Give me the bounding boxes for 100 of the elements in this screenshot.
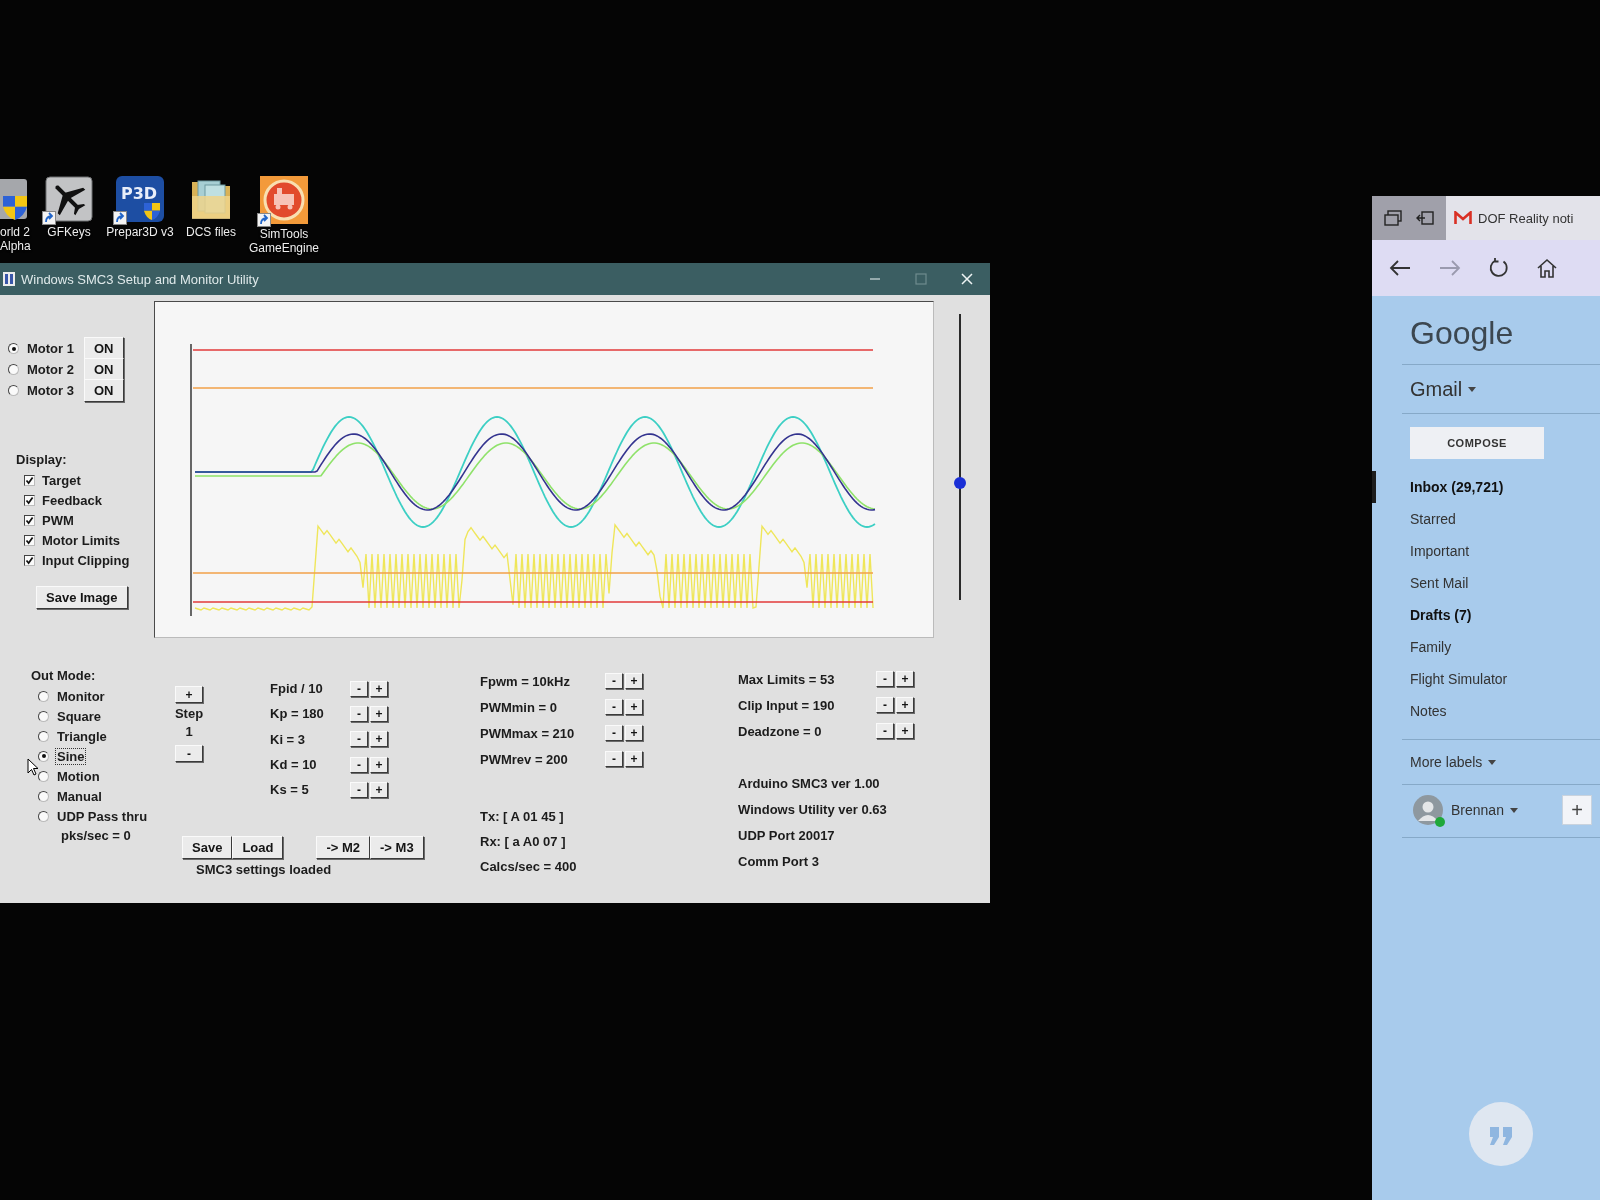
decrement-button[interactable]: - [605,699,623,715]
radio-icon[interactable] [38,690,49,702]
display-checkbox[interactable]: Target [24,470,81,490]
app-logo[interactable]: P3D [116,176,164,222]
icon-label[interactable]: Prepar3D v3 [106,225,174,239]
radio-icon[interactable] [38,810,49,822]
increment-button[interactable]: + [625,725,643,741]
mode-radio[interactable]: Square [38,706,103,726]
radio-icon[interactable] [38,750,49,762]
radio-icon[interactable] [38,730,49,742]
tab-title[interactable]: DOF Reality noti [1478,210,1574,226]
mode-radio[interactable]: Triangle [38,726,108,746]
copy-to-motor-button[interactable]: -> M3 [370,836,424,860]
increment-button[interactable]: + [625,673,643,689]
icon-label[interactable]: SimTools GameEngine [242,227,326,255]
radio-icon[interactable] [8,343,19,354]
increment-button[interactable]: + [370,781,388,798]
decrement-button[interactable]: - [605,725,623,741]
tabs-icon[interactable] [1384,210,1402,226]
mode-radio[interactable]: Manual [38,786,103,806]
label-link[interactable]: Important [1372,535,1572,567]
save-button[interactable]: Save [182,836,233,860]
display-checkbox[interactable]: Feedback [24,490,102,510]
home-icon[interactable] [1536,257,1558,279]
slider-thumb[interactable] [954,476,966,489]
label-link[interactable]: Notes [1372,695,1572,727]
motor-on-button[interactable]: ON [84,358,124,381]
radio-icon[interactable] [38,790,49,802]
increment-button[interactable]: + [896,723,914,739]
decrement-button[interactable]: - [876,697,894,713]
increment-button[interactable]: + [370,756,388,773]
param-label: Clip Input = 190 [738,697,835,713]
account-menu[interactable]: Brennan [1451,802,1518,818]
decrement-button[interactable]: - [605,673,623,689]
label-link[interactable]: Starred [1372,503,1572,535]
increment-button[interactable]: + [370,705,388,722]
close-icon[interactable] [961,273,973,285]
increment-button[interactable]: + [896,671,914,687]
app-menu[interactable]: Gmail [1410,377,1477,401]
decrement-button[interactable]: - [350,680,368,697]
decrement-button[interactable]: - [876,671,894,687]
back-arrow-icon[interactable] [1388,258,1412,278]
increment-button[interactable]: + [370,680,388,697]
radio-icon[interactable] [8,364,19,375]
mode-radio[interactable]: Sine [38,746,86,766]
more-labels-link[interactable]: More labels [1410,752,1497,772]
motor-on-button[interactable]: ON [84,337,124,360]
caret-icon[interactable] [1468,386,1477,392]
checkbox-icon[interactable] [24,514,35,526]
caret-icon[interactable] [1488,759,1497,765]
display-checkbox[interactable]: PWM [24,510,74,530]
save-image-button[interactable]: Save Image [36,586,128,609]
shield-icon[interactable] [0,176,30,222]
param-label: PWMmax = 210 [480,725,575,741]
label-link[interactable]: Family [1372,631,1572,663]
increment-button[interactable]: + [370,731,388,748]
increment-button[interactable]: + [896,697,914,713]
decrement-button[interactable]: - [876,723,894,739]
decrement-button[interactable]: - [350,781,368,798]
motor-radio[interactable]: Motor 1 [8,338,75,359]
increment-button[interactable]: + [625,699,643,715]
mode-radio[interactable]: Motion [38,766,101,786]
compose-button[interactable]: COMPOSE [1410,427,1544,459]
refresh-icon[interactable] [1488,257,1510,279]
checkbox-icon[interactable] [24,534,35,546]
display-checkbox[interactable]: Input Clipping [24,550,130,570]
radio-icon[interactable] [8,385,19,396]
motor-on-button[interactable]: ON [84,379,124,402]
checkbox-icon[interactable] [24,554,35,566]
checkbox-icon[interactable] [24,494,35,506]
load-button[interactable]: Load [232,836,284,860]
step-increase-button[interactable]: + [175,686,203,703]
mode-radio[interactable]: UDP Pass thru [38,806,149,826]
radio-icon[interactable] [38,770,49,782]
decrement-button[interactable]: - [350,705,368,722]
motor-radio[interactable]: Motor 3 [8,380,75,401]
motor-radio[interactable]: Motor 2 [8,359,75,380]
checkbox-icon[interactable] [24,474,35,486]
mode-radio[interactable]: Monitor [38,686,106,706]
display-checkbox[interactable]: Motor Limits [24,530,120,550]
icon-label[interactable]: DCS files [186,225,236,239]
increment-button[interactable]: + [625,751,643,767]
label-link[interactable]: Drafts (7) [1372,599,1572,631]
icon-label[interactable]: GFKeys [47,225,91,239]
label-link[interactable]: Inbox (29,721) [1372,471,1572,503]
param-label: Deadzone = 0 [738,723,822,739]
label-link[interactable]: Flight Simulator [1372,663,1572,695]
set-aside-icon[interactable] [1416,210,1434,226]
round-emblem-icon[interactable] [260,176,308,224]
decrement-button[interactable]: - [605,751,623,767]
step-decrease-button[interactable]: - [175,745,203,763]
add-button[interactable]: + [1562,795,1592,825]
caret-icon[interactable] [1509,807,1518,813]
plane-tile-icon[interactable] [45,176,93,222]
radio-icon[interactable] [38,710,49,722]
decrement-button[interactable]: - [350,756,368,773]
decrement-button[interactable]: - [350,731,368,748]
icon-label[interactable]: orld 2 Alpha [0,225,38,253]
copy-to-motor-button[interactable]: -> M2 [316,836,371,860]
label-link[interactable]: Sent Mail [1372,567,1572,599]
